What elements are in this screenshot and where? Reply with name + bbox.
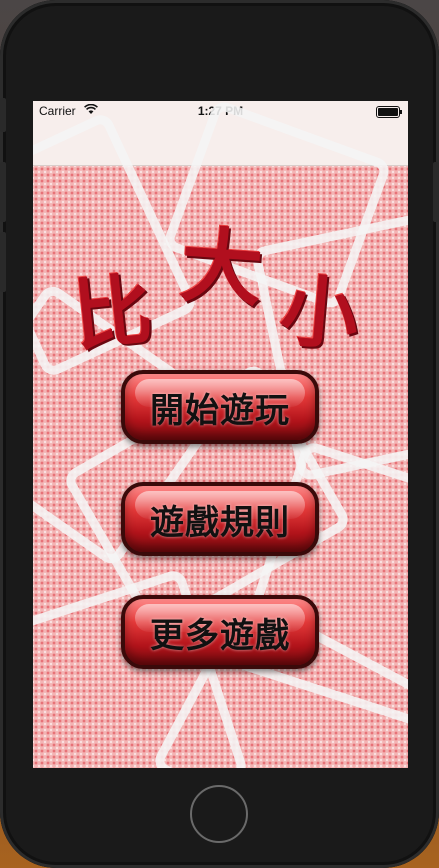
home-button[interactable]: [190, 785, 248, 843]
app-screen: Carrier 1:27 PM 比 大 小 開始遊玩 遊戲規則 更多遊戲: [33, 101, 408, 768]
power-button: [433, 162, 439, 222]
more-games-label: 更多遊戲: [150, 615, 290, 656]
game-rules-label: 遊戲規則: [150, 502, 290, 543]
title-char-2: 大: [177, 218, 266, 319]
mute-switch: [0, 98, 6, 132]
start-game-label: 開始遊玩: [150, 390, 290, 431]
volume-up-button: [0, 162, 6, 222]
more-games-button[interactable]: 更多遊戲: [121, 595, 319, 669]
battery-icon: [376, 106, 402, 118]
title-char-3: 小: [276, 265, 363, 363]
game-rules-button[interactable]: 遊戲規則: [121, 482, 319, 556]
volume-down-button: [0, 232, 6, 292]
title-char-1: 比: [69, 265, 157, 363]
start-game-button[interactable]: 開始遊玩: [121, 370, 319, 444]
device-frame: Carrier 1:27 PM 比 大 小 開始遊玩 遊戲規則 更多遊戲: [0, 0, 439, 868]
